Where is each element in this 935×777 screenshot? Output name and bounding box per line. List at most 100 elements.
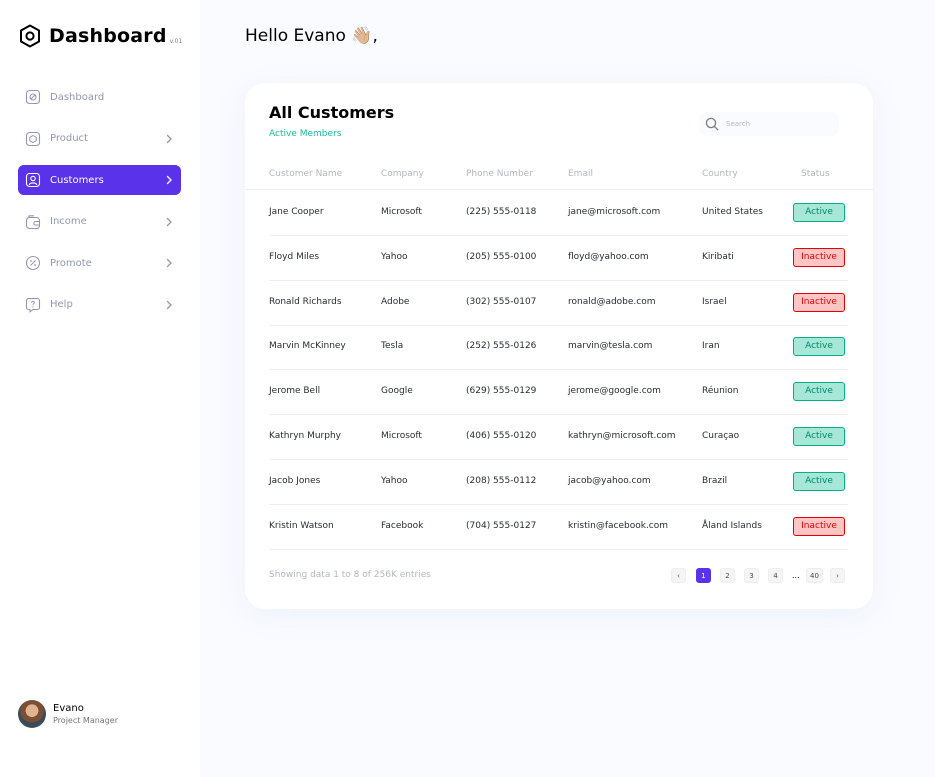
cell-email: kristin@facebook.com [568, 520, 669, 531]
customers-icon [25, 172, 41, 188]
dashboard-icon [25, 89, 41, 105]
cell-country: Brazil [702, 475, 728, 486]
cell-company: Facebook [381, 520, 424, 531]
cell-email: ronald@adobe.com [568, 296, 656, 307]
cell-email: marvin@tesla.com [568, 341, 653, 352]
column-header-country[interactable]: Country [702, 169, 738, 179]
cell-email: jacob@yahoo.com [568, 475, 651, 486]
cell-customer-name: Kathryn Murphy [269, 431, 341, 441]
entries-summary: Showing data 1 to 8 of 256K entries [269, 570, 431, 580]
status-badge: Active [793, 203, 845, 222]
income-icon [25, 214, 41, 230]
cell-country: Curaçao [702, 431, 740, 441]
sidebar-item-label: Income [50, 216, 87, 228]
chevron-right-icon [166, 259, 172, 268]
brand-title: Dashboard [49, 25, 167, 47]
logo-hexagon-icon [20, 24, 40, 48]
cell-phone: (302) 555-0107 [466, 296, 537, 307]
sidebar-item-label: Promote [50, 257, 92, 269]
chevron-right-icon [166, 217, 172, 226]
sidebar-item-income[interactable]: Income [18, 207, 181, 237]
status-badge: Inactive [793, 516, 845, 536]
product-icon [25, 131, 41, 147]
user-profile[interactable]: Evano Project Manager [18, 700, 118, 728]
profile-name: Evano [53, 703, 84, 714]
cell-country: United States [702, 207, 763, 217]
profile-role: Project Manager [53, 716, 118, 725]
cell-company: Yahoo [381, 251, 408, 262]
pagination-ellipsis: ... [792, 571, 800, 580]
cell-company: Tesla [381, 341, 404, 352]
sidebar-item-help[interactable]: Help [18, 290, 181, 320]
table-row[interactable]: Kristin Watson Facebook (704) 555-0127 kris… [269, 505, 848, 550]
card-subtitle: Active Members [269, 129, 342, 139]
search-input[interactable] [726, 120, 826, 128]
pagination-page-1[interactable]: 1 [696, 568, 711, 583]
cell-email: kathryn@microsoft.com [568, 431, 676, 441]
cell-email: jerome@google.com [568, 386, 661, 397]
cell-company: Google [381, 386, 413, 397]
status-badge: Inactive [793, 292, 845, 312]
status-badge: Active [793, 427, 845, 446]
cell-company: Microsoft [381, 207, 422, 217]
sidebar-item-product[interactable]: Product [18, 124, 181, 154]
sidebar-item-customers[interactable]: Customers [18, 165, 181, 196]
greeting-heading: Hello Evano 👋🏼, [245, 26, 378, 46]
table-row[interactable]: Jacob Jones Yahoo (208) 555-0112 jacob@yaho… [269, 460, 848, 505]
cell-phone: (629) 555-0129 [466, 386, 537, 397]
cell-country: Kiribati [702, 251, 734, 262]
sidebar-item-dashboard[interactable]: Dashboard [18, 82, 181, 112]
cell-customer-name: Floyd Miles [269, 251, 320, 262]
status-badge: Active [793, 337, 845, 357]
cell-email: floyd@yahoo.com [568, 251, 649, 262]
table-row[interactable]: Kathryn Murphy Microsoft (406) 555-0120 kat… [269, 415, 848, 460]
sidebar-item-label: Dashboard [50, 91, 105, 103]
sidebar-nav: Dashboard Product Customers Income Promo… [18, 82, 181, 332]
column-header-status[interactable]: Status [801, 169, 830, 179]
status-badge: Active [793, 382, 845, 402]
promote-icon [25, 255, 41, 271]
cell-country: Iran [702, 341, 720, 352]
status-badge: Active [793, 471, 845, 491]
cell-country: Réunion [702, 386, 739, 397]
table-header: Customer Name Company Phone Number Email… [245, 162, 873, 190]
brand-version: v.01 [169, 38, 183, 45]
sidebar: Dashboard v.01 Dashboard Product Custome… [0, 0, 200, 777]
card-title: All Customers [269, 103, 395, 122]
column-header-company[interactable]: Company [381, 169, 424, 179]
column-header-customer-name[interactable]: Customer Name [269, 169, 342, 179]
table-row[interactable]: Ronald Richards Adobe (302) 555-0107 ronald… [269, 281, 848, 326]
cell-phone: (704) 555-0127 [466, 520, 537, 531]
pagination-prev-button[interactable]: ‹ [671, 568, 686, 583]
cell-customer-name: Jerome Bell [269, 386, 321, 397]
customers-card: All Customers Active Members Customer Na… [245, 83, 873, 609]
pagination-page-2[interactable]: 2 [720, 568, 735, 583]
pagination-next-button[interactable]: › [830, 568, 845, 583]
pagination-page-4[interactable]: 4 [768, 568, 783, 583]
table-row[interactable]: Jerome Bell Google (629) 555-0129 jerome@go… [269, 370, 848, 416]
sidebar-item-label: Help [50, 299, 73, 311]
cell-company: Microsoft [381, 431, 422, 441]
cell-customer-name: Kristin Watson [269, 520, 334, 531]
table-row[interactable]: Marvin McKinney Tesla (252) 555-0126 marvin… [269, 325, 848, 371]
pagination-page-last[interactable]: 40 [806, 568, 823, 583]
cell-phone: (205) 555-0100 [466, 251, 537, 262]
sidebar-item-promote[interactable]: Promote [18, 248, 181, 278]
table-row[interactable]: Jane Cooper Microsoft (225) 555-0118 jane@m… [269, 191, 848, 236]
sidebar-item-label: Product [50, 133, 88, 145]
column-header-email[interactable]: Email [568, 169, 593, 179]
cell-phone: (406) 555-0120 [466, 431, 537, 441]
chevron-right-icon [166, 134, 172, 143]
cell-email: jane@microsoft.com [568, 207, 661, 217]
cell-country: Åland Islands [702, 520, 762, 531]
cell-country: Israel [702, 296, 727, 307]
column-header-phone[interactable]: Phone Number [466, 169, 533, 179]
chevron-right-icon [166, 176, 172, 185]
search-box[interactable] [699, 112, 839, 136]
cell-phone: (252) 555-0126 [466, 341, 537, 352]
cell-customer-name: Jacob Jones [269, 475, 321, 486]
table-row[interactable]: Floyd Miles Yahoo (205) 555-0100 floyd@yaho… [269, 236, 848, 281]
cell-phone: (208) 555-0112 [466, 475, 537, 486]
cell-customer-name: Marvin McKinney [269, 341, 346, 352]
pagination-page-3[interactable]: 3 [744, 568, 759, 583]
